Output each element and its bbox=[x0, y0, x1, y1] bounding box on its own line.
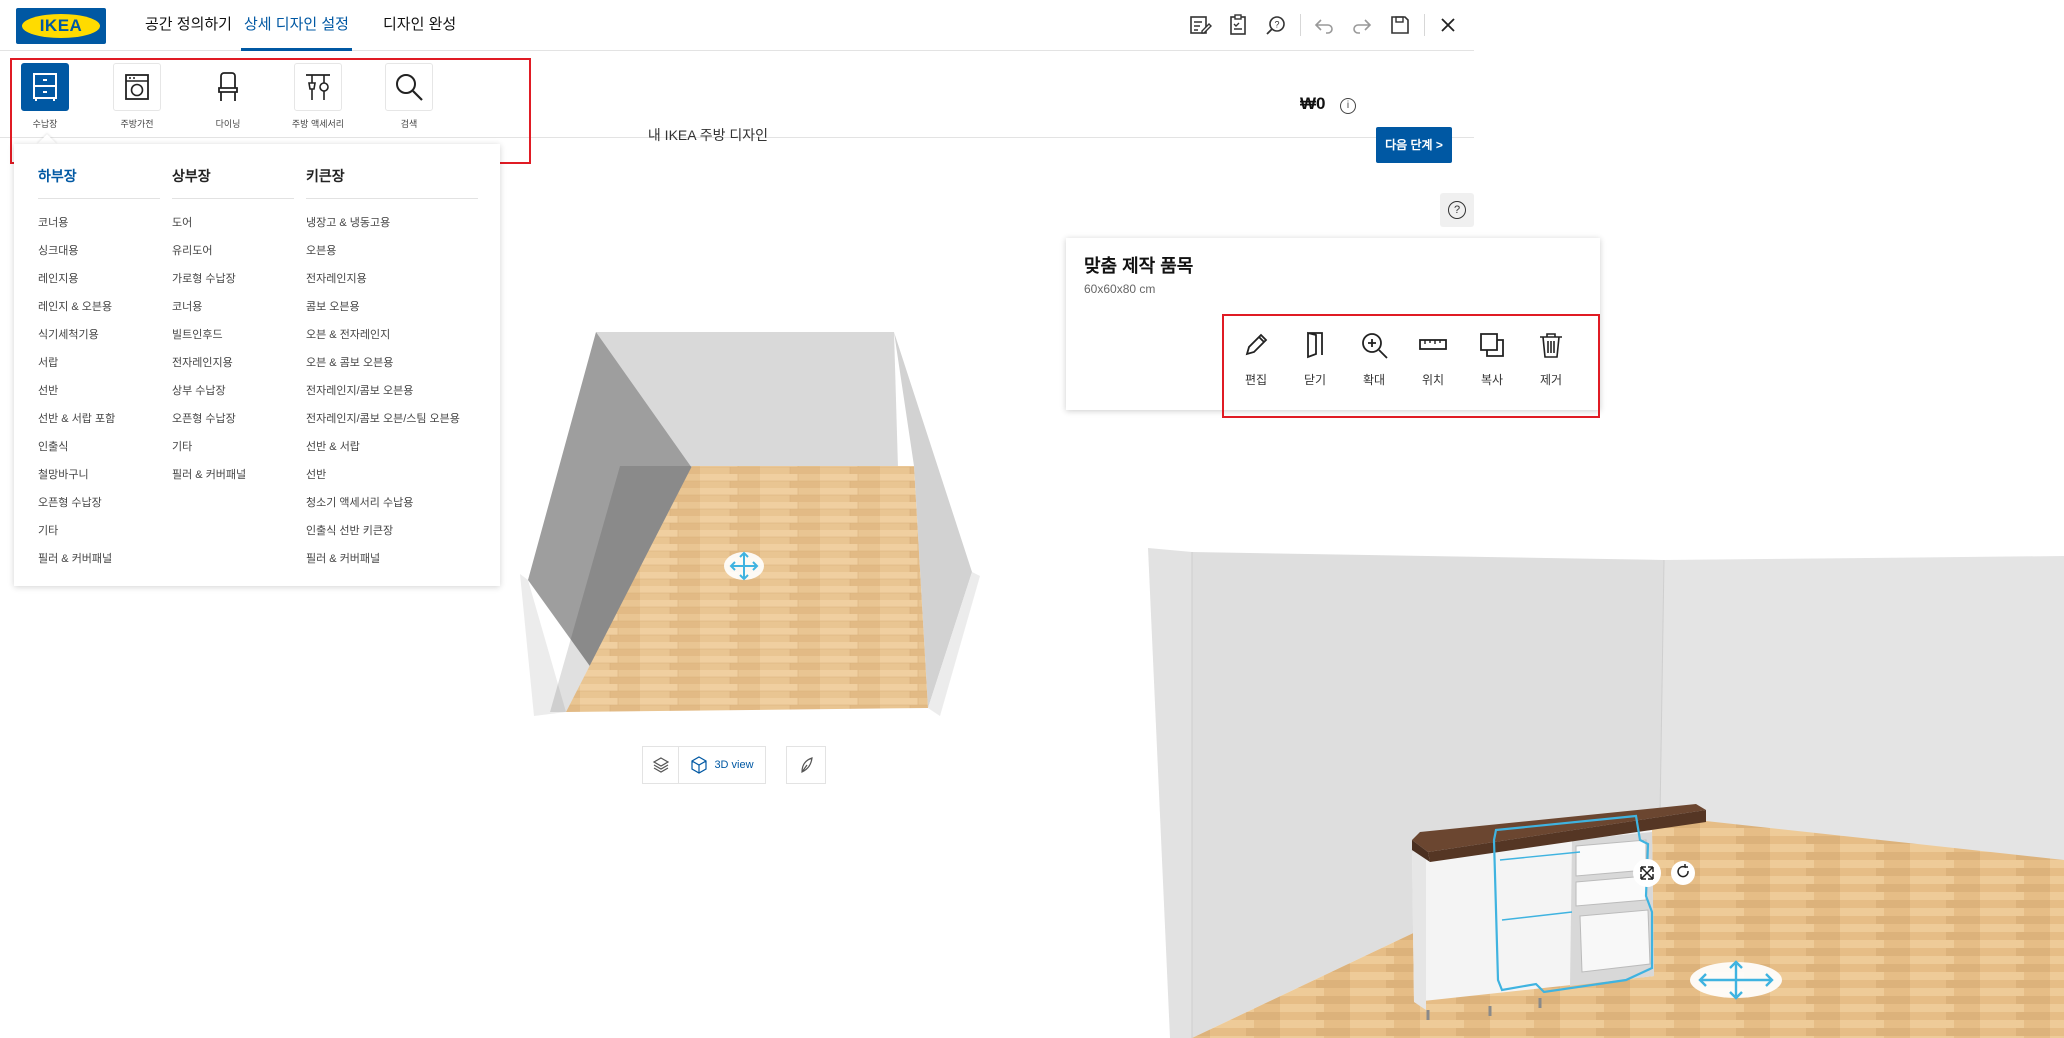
layers-icon bbox=[652, 757, 670, 773]
room-3d-preview[interactable] bbox=[520, 320, 980, 720]
edit-notes-icon[interactable] bbox=[1188, 13, 1212, 37]
dropdown-item[interactable]: 빌트인후드 bbox=[172, 326, 223, 342]
highlight-card-actions bbox=[1222, 314, 1600, 418]
undo-icon[interactable] bbox=[1312, 13, 1336, 37]
tab-complete-design[interactable]: 디자인 완성 bbox=[383, 0, 456, 48]
dropdown-item[interactable]: 레인지용 bbox=[38, 270, 78, 286]
dropdown-item[interactable]: 오븐용 bbox=[306, 242, 336, 258]
dropdown-item[interactable]: 유리도어 bbox=[172, 242, 212, 258]
question-icon: ? bbox=[1448, 201, 1466, 219]
header-divider bbox=[1424, 14, 1425, 36]
dropdown-item[interactable]: 오픈형 수납장 bbox=[172, 410, 236, 426]
dropdown-item[interactable]: 가로형 수납장 bbox=[172, 270, 236, 286]
dropdown-item[interactable]: 전자레인지용 bbox=[172, 354, 233, 370]
header-divider bbox=[1300, 14, 1301, 36]
save-icon[interactable] bbox=[1388, 13, 1412, 37]
dropdown-item[interactable]: 전자레인지용 bbox=[306, 270, 367, 286]
2d-view-button[interactable] bbox=[642, 746, 680, 784]
dropdown-item[interactable]: 선반 & 서랍 포함 bbox=[38, 410, 115, 426]
design-title: 내 IKEA 주방 디자인 bbox=[647, 127, 768, 143]
3d-view-button[interactable]: 3D view bbox=[678, 746, 766, 784]
help-button[interactable]: ? bbox=[1440, 193, 1474, 227]
card-dimensions: 60x60x80 cm bbox=[1084, 282, 1156, 296]
dropdown-item[interactable]: 기타 bbox=[38, 522, 58, 538]
dropdown-item[interactable]: 필러 & 커버패널 bbox=[306, 550, 380, 566]
dropdown-item[interactable]: 콤보 오븐용 bbox=[306, 298, 360, 314]
dropdown-item[interactable]: 싱크대용 bbox=[38, 242, 78, 258]
ikea-logo[interactable]: IKEA bbox=[16, 8, 106, 44]
total-price: ₩0 bbox=[1300, 94, 1326, 113]
dropdown-item[interactable]: 레인지 & 오븐용 bbox=[38, 298, 112, 314]
svg-text:?: ? bbox=[1274, 20, 1279, 30]
dropdown-item[interactable]: 전자레인지/콤보 오븐/스팀 오븐용 bbox=[306, 410, 460, 426]
redo-icon[interactable] bbox=[1350, 13, 1374, 37]
dropdown-item[interactable]: 오픈형 수납장 bbox=[38, 494, 102, 510]
column-heading-base-cabinets[interactable]: 하부장 bbox=[38, 166, 77, 186]
dropdown-item[interactable]: 인출식 선반 키큰장 bbox=[306, 522, 393, 538]
leaf-icon bbox=[801, 757, 813, 773]
dropdown-item[interactable]: 선반 bbox=[306, 466, 326, 482]
move-handle-icon bbox=[1690, 960, 1782, 1000]
tab-define-space[interactable]: 공간 정의하기 bbox=[145, 0, 232, 48]
dropdown-item[interactable]: 인출식 bbox=[38, 438, 68, 454]
dropdown-item[interactable]: 철망바구니 bbox=[38, 466, 89, 482]
dropdown-item[interactable]: 도어 bbox=[172, 214, 192, 230]
column-divider bbox=[172, 198, 294, 199]
rotate-handle-icon bbox=[1671, 861, 1695, 885]
3d-view-label: 3D view bbox=[714, 759, 754, 771]
close-icon[interactable] bbox=[1436, 13, 1460, 37]
dropdown-item[interactable]: 서랍 bbox=[38, 354, 58, 370]
column-divider bbox=[306, 198, 478, 199]
dropdown-item[interactable]: 오븐 & 전자레인지 bbox=[306, 326, 390, 342]
card-title: 맞춤 제작 품목 bbox=[1084, 256, 1194, 276]
dropdown-item[interactable]: 코너용 bbox=[38, 214, 68, 230]
eco-view-button[interactable] bbox=[786, 746, 826, 784]
view-toggle-bar: 3D view bbox=[642, 746, 826, 784]
logo-text: IKEA bbox=[22, 14, 100, 38]
move-handle-icon bbox=[724, 551, 764, 581]
top-header: IKEA 공간 정의하기 상세 디자인 설정 디자인 완성 ? bbox=[0, 0, 1474, 51]
dropdown-item[interactable]: 식기세척기용 bbox=[38, 326, 99, 342]
dropdown-item[interactable]: 선반 bbox=[38, 382, 58, 398]
dropdown-item[interactable]: 냉장고 & 냉동고용 bbox=[306, 214, 390, 230]
info-icon[interactable]: i bbox=[1340, 98, 1356, 114]
dropdown-item[interactable]: 전자레인지/콤보 오븐용 bbox=[306, 382, 413, 398]
checklist-icon[interactable] bbox=[1226, 13, 1250, 37]
storage-dropdown-panel: 하부장 상부장 키큰장 코너용 싱크대용 레인지용 레인지 & 오븐용 식기세척기용 서랍… bbox=[14, 144, 500, 586]
column-divider bbox=[38, 198, 160, 199]
dropdown-item[interactable]: 청소기 액세서리 수납용 bbox=[306, 494, 413, 510]
dropdown-item[interactable]: 상부 수납장 bbox=[172, 382, 226, 398]
help-search-icon[interactable]: ? bbox=[1264, 13, 1288, 37]
dropdown-item[interactable]: 코너용 bbox=[172, 298, 202, 314]
dropdown-item[interactable]: 필러 & 커버패널 bbox=[38, 550, 112, 566]
dropdown-item[interactable]: 기타 bbox=[172, 438, 192, 454]
dropdown-item[interactable]: 오븐 & 콤보 오븐용 bbox=[306, 354, 393, 370]
tab-detail-design[interactable]: 상세 디자인 설정 bbox=[241, 0, 352, 51]
cube-icon bbox=[691, 756, 708, 774]
next-step-button[interactable]: 다음 단계 > bbox=[1376, 127, 1452, 163]
dropdown-item[interactable]: 필러 & 커버패널 bbox=[172, 466, 246, 482]
dropdown-item[interactable]: 선반 & 서랍 bbox=[306, 438, 360, 454]
column-heading-wall-cabinets[interactable]: 상부장 bbox=[172, 166, 211, 186]
kitchen-3d-view[interactable] bbox=[1140, 540, 2064, 1038]
column-heading-tall-cabinets[interactable]: 키큰장 bbox=[306, 166, 345, 186]
